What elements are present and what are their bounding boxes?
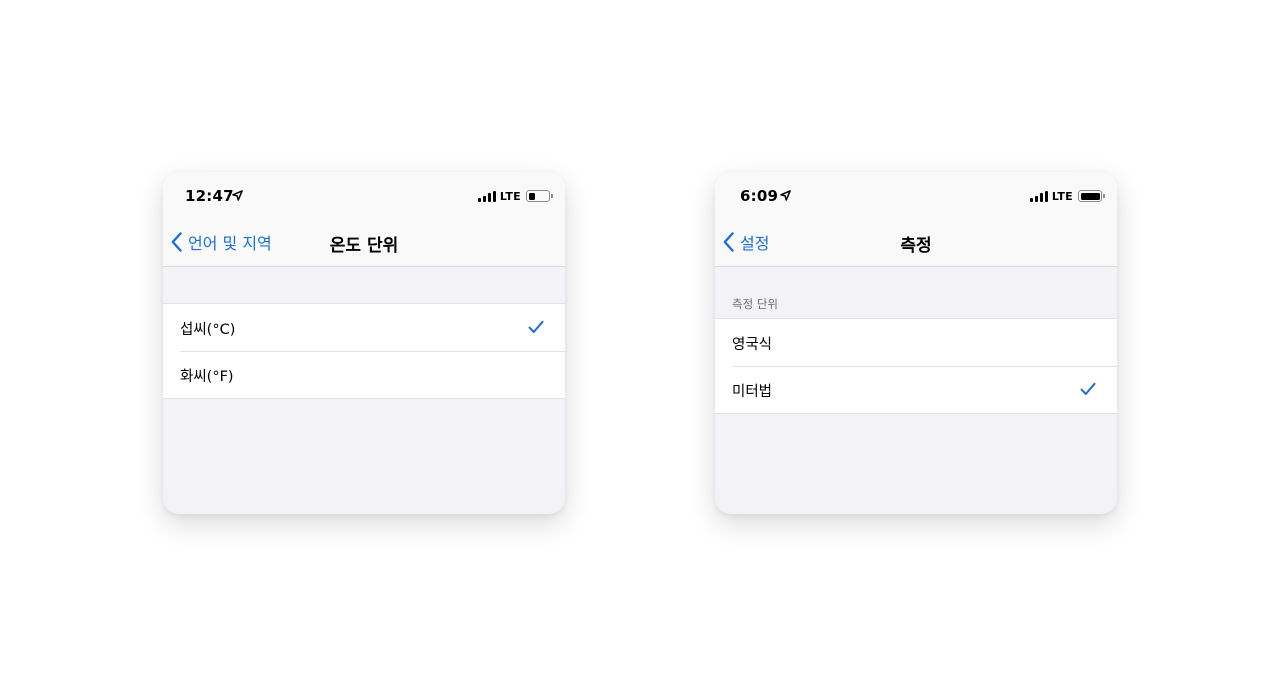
option-fahrenheit[interactable]: 화씨(°F) [163,351,565,398]
top-bar: 6:09 LTE 설정 측정 [715,172,1117,267]
temperature-unit-screen: 12:47 LTE 언어 및 지역 온도 단위 섭씨(°C) 화씨(°F) [163,172,565,514]
option-label: 미터법 [732,384,773,400]
status-time: 12:47 [185,187,234,205]
status-indicators: LTE [1029,189,1105,203]
checkmark-icon [528,320,544,333]
battery-icon [1078,190,1105,202]
option-metric[interactable]: 미터법 [715,366,1117,413]
option-imperial[interactable]: 영국식 [715,319,1117,366]
location-arrow-icon [780,190,791,201]
temperature-options-list: 섭씨(°C) 화씨(°F) [163,303,565,399]
measurement-options-list: 영국식 미터법 [715,318,1117,414]
location-arrow-icon [232,190,243,201]
top-bar: 12:47 LTE 언어 및 지역 온도 단위 [163,172,565,267]
battery-level [1080,192,1100,200]
page-title: 온도 단위 [329,236,399,256]
battery-level [528,192,536,200]
status-bar: 12:47 LTE [163,172,565,220]
cellular-signal-icon [477,190,496,202]
network-type-label: LTE [1051,189,1073,203]
section-header: 측정 단위 [732,297,778,311]
option-label: 영국식 [732,337,773,353]
status-indicators: LTE [477,189,553,203]
network-type-label: LTE [499,189,521,203]
option-label: 섭씨(°C) [180,322,236,338]
battery-icon [526,190,553,202]
status-time: 6:09 [740,187,779,205]
option-celsius[interactable]: 섭씨(°C) [163,304,565,351]
page-title: 측정 [900,236,932,256]
status-bar: 6:09 LTE [715,172,1117,220]
checkmark-icon [1080,382,1096,395]
measurement-screen: 6:09 LTE 설정 측정 측정 단위 영국식 미터법 [715,172,1117,514]
cellular-signal-icon [1029,190,1048,202]
option-label: 화씨(°F) [180,369,234,385]
navigation-bar: 언어 및 지역 온도 단위 [163,220,565,266]
navigation-bar: 설정 측정 [715,220,1117,266]
